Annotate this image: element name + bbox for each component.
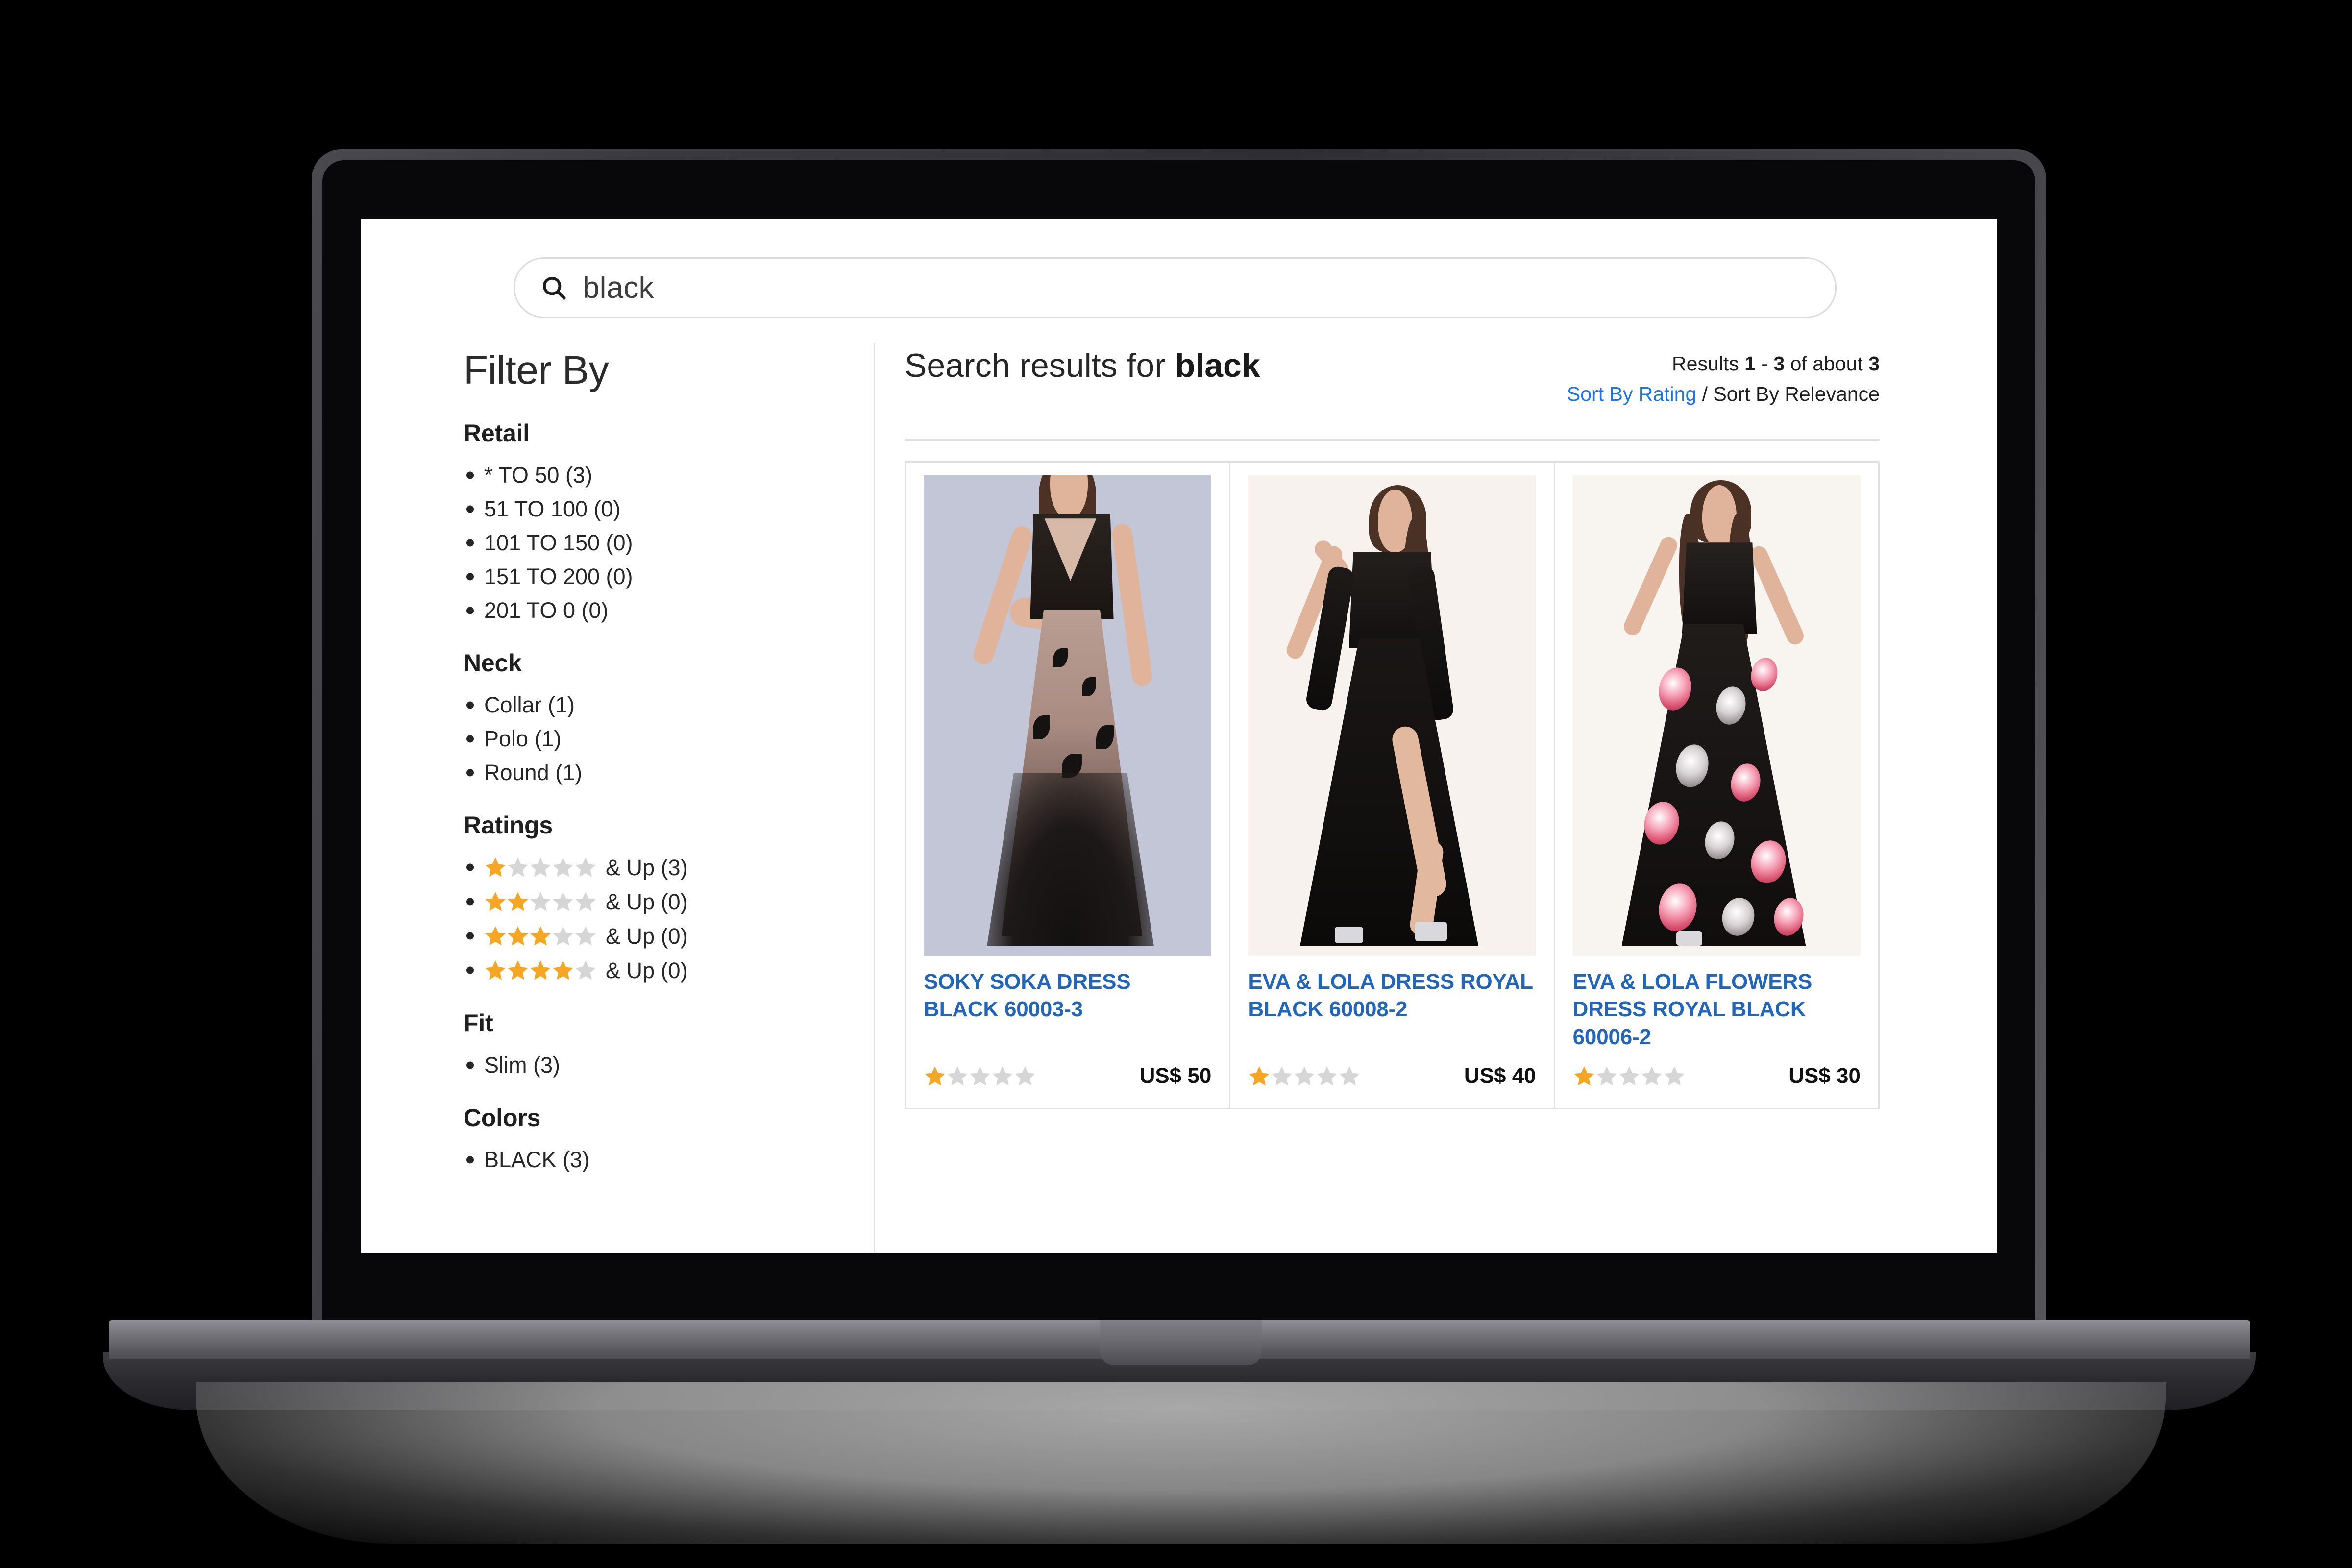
search-results-page: black Filter By Retail * TO 50 (3) 51 TO… [361, 219, 1997, 1253]
star-rating-icons [484, 856, 597, 879]
facet-label: Round (1) [484, 760, 583, 785]
facet-group-colors: Colors BLACK (3) [464, 1103, 836, 1176]
facet-label: 201 TO 0 (0) [484, 598, 609, 623]
search-input[interactable]: black [514, 257, 1837, 318]
facet-list-ratings: & Up (3) & Up (0) & Up (0) & Up (0) [464, 850, 836, 987]
facet-label: & Up (0) [606, 889, 688, 914]
filter-by-title: Filter By [464, 348, 609, 392]
facet-list-neck: Collar (1) Polo (1) Round (1) [464, 688, 836, 789]
facet-group-neck: Neck Collar (1) Polo (1) Round (1) [464, 649, 836, 789]
facet-item-colors-0[interactable]: BLACK (3) [464, 1143, 836, 1176]
results-title-query: black [1175, 347, 1260, 384]
column-divider [874, 343, 875, 1253]
results-count-total: 3 [1868, 352, 1880, 375]
facet-label: & Up (0) [606, 957, 688, 983]
product-star-rating [924, 1065, 1036, 1087]
product-card[interactable]: EVA & LOLA DRESS ROYAL BLACK 60008-2 US$… [1230, 463, 1555, 1108]
sort-by-relevance-link[interactable]: Sort By Relevance [1713, 383, 1880, 405]
facet-label: & Up (0) [606, 923, 688, 949]
filter-sidebar: Filter By Retail * TO 50 (3) 51 TO 100 (… [464, 347, 836, 1198]
facet-heading-ratings: Ratings [464, 811, 553, 839]
sort-separator: / [1696, 383, 1714, 405]
facet-heading-fit: Fit [464, 1009, 493, 1037]
facet-label: 101 TO 150 (0) [484, 530, 633, 555]
browser-viewport: black Filter By Retail * TO 50 (3) 51 TO… [361, 219, 1997, 1253]
sort-controls: Sort By Rating / Sort By Relevance [1567, 383, 1880, 406]
search-icon [542, 276, 566, 300]
product-grid: SOKY SOKA DRESS BLACK 60003-3 US$ 50 EVA… [905, 461, 1880, 1109]
facet-item-neck-0[interactable]: Collar (1) [464, 688, 836, 722]
laptop-hinge-notch [1100, 1320, 1262, 1365]
product-name[interactable]: EVA & LOLA FLOWERS DRESS ROYAL BLACK 600… [1573, 968, 1861, 1051]
facet-item-retail-3[interactable]: 151 TO 200 (0) [464, 560, 836, 593]
product-price: US$ 50 [1139, 1063, 1212, 1088]
facet-label: * TO 50 (3) [484, 463, 592, 488]
facet-item-fit-0[interactable]: Slim (3) [464, 1048, 836, 1082]
results-count-to: 3 [1773, 352, 1785, 375]
facet-label: BLACK (3) [484, 1147, 590, 1172]
product-card[interactable]: SOKY SOKA DRESS BLACK 60003-3 US$ 50 [906, 463, 1231, 1108]
search-bar-container: black [514, 257, 1837, 318]
results-count-from: 1 [1744, 352, 1756, 375]
facet-item-retail-2[interactable]: 101 TO 150 (0) [464, 526, 836, 560]
facet-item-neck-1[interactable]: Polo (1) [464, 722, 836, 756]
product-image[interactable] [1572, 475, 1861, 956]
product-image[interactable] [924, 475, 1212, 956]
facet-heading-retail: Retail [464, 419, 530, 447]
product-name[interactable]: SOKY SOKA DRESS BLACK 60003-3 [924, 968, 1211, 1024]
product-price: US$ 40 [1464, 1063, 1536, 1088]
facet-label: & Up (3) [606, 855, 688, 880]
facet-item-retail-0[interactable]: * TO 50 (3) [464, 458, 836, 492]
facet-item-retail-4[interactable]: 201 TO 0 (0) [464, 593, 836, 627]
facet-item-rating-3[interactable]: & Up (0) [464, 919, 836, 953]
facet-list-colors: BLACK (3) [464, 1143, 836, 1176]
facet-label: Slim (3) [484, 1053, 560, 1078]
results-title-prefix: Search results for [905, 347, 1175, 384]
results-header: Search results for black Results 1 - 3 o… [905, 347, 1880, 441]
results-panel: Search results for black Results 1 - 3 o… [905, 347, 1880, 1109]
facet-label: 51 TO 100 (0) [484, 496, 621, 521]
laptop-mockup: black Filter By Retail * TO 50 (3) 51 TO… [0, 0, 2352, 1568]
product-meta: US$ 50 [924, 1064, 1211, 1088]
facet-heading-colors: Colors [464, 1104, 541, 1131]
facet-heading-neck: Neck [464, 649, 522, 677]
product-meta: US$ 40 [1248, 1064, 1536, 1088]
product-card[interactable]: EVA & LOLA FLOWERS DRESS ROYAL BLACK 600… [1555, 463, 1878, 1108]
facet-label: Collar (1) [484, 692, 575, 717]
facet-item-rating-1[interactable]: & Up (3) [464, 850, 836, 884]
product-star-rating [1573, 1065, 1686, 1087]
facet-group-retail: Retail * TO 50 (3) 51 TO 100 (0) 101 TO … [464, 419, 836, 627]
facet-item-rating-4[interactable]: & Up (0) [464, 953, 836, 987]
product-name[interactable]: EVA & LOLA DRESS ROYAL BLACK 60008-2 [1248, 968, 1536, 1024]
facet-list-fit: Slim (3) [464, 1048, 836, 1082]
facet-group-ratings: Ratings & Up (3) & Up (0) & Up (0) & Up … [464, 811, 836, 987]
product-image[interactable] [1248, 475, 1536, 956]
sort-by-rating-link[interactable]: Sort By Rating [1567, 383, 1696, 405]
search-input-value: black [583, 270, 654, 305]
facet-group-fit: Fit Slim (3) [464, 1009, 836, 1082]
facet-label: 151 TO 200 (0) [484, 564, 633, 589]
facet-label: Polo (1) [484, 726, 562, 751]
facet-item-neck-2[interactable]: Round (1) [464, 756, 836, 789]
facet-list-retail: * TO 50 (3) 51 TO 100 (0) 101 TO 150 (0)… [464, 458, 836, 627]
facet-item-retail-1[interactable]: 51 TO 100 (0) [464, 492, 836, 526]
star-rating-icons [484, 890, 597, 913]
product-price: US$ 30 [1788, 1063, 1861, 1088]
facet-item-rating-2[interactable]: & Up (0) [464, 884, 836, 919]
laptop-shadow [196, 1382, 2166, 1544]
product-meta: US$ 30 [1573, 1064, 1861, 1088]
star-rating-icons [484, 959, 597, 981]
product-star-rating [1248, 1065, 1361, 1087]
results-count: Results 1 - 3 of about 3 [1672, 352, 1880, 375]
page-title: Search results for black [905, 346, 1260, 385]
star-rating-icons [484, 925, 597, 947]
